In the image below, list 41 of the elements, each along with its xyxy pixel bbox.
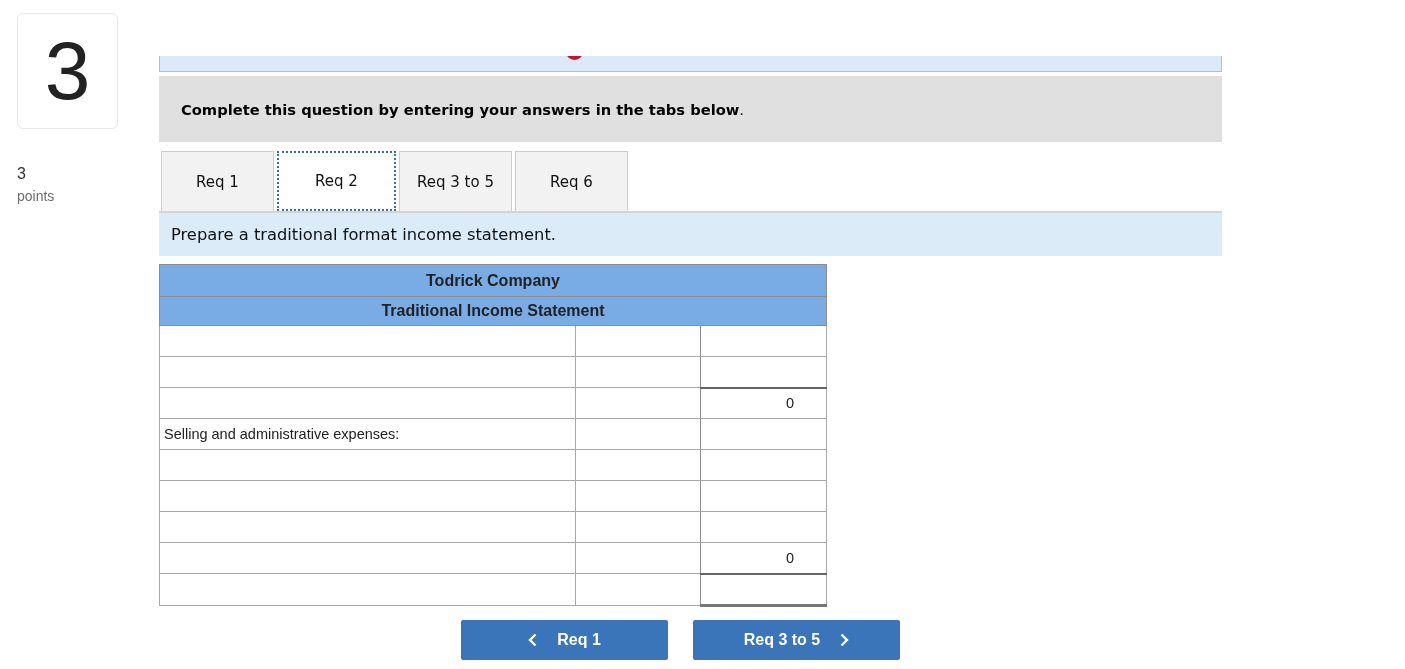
tab[interactable]: Req 1 bbox=[161, 151, 274, 211]
input-field[interactable] bbox=[700, 573, 827, 605]
input-field[interactable] bbox=[159, 480, 576, 512]
input-field[interactable] bbox=[159, 542, 576, 574]
question-number: 3 bbox=[17, 13, 118, 129]
chevron-right-icon bbox=[840, 632, 850, 647]
table-cell: Selling and administrative expenses: bbox=[159, 418, 576, 450]
input-field[interactable] bbox=[159, 387, 576, 419]
input-field[interactable] bbox=[700, 480, 827, 512]
input-field[interactable] bbox=[575, 387, 701, 419]
input-field[interactable] bbox=[700, 325, 827, 357]
input-field[interactable] bbox=[575, 325, 701, 357]
chevron-left-icon bbox=[528, 632, 538, 647]
input-field[interactable] bbox=[575, 449, 701, 481]
prompt-text: Prepare a traditional format income statement. bbox=[159, 213, 1222, 256]
points-label: points bbox=[17, 188, 55, 204]
tab[interactable]: Req 2 bbox=[277, 151, 396, 211]
instruction-text: Complete this question by entering your answers in the tabs below. bbox=[181, 100, 744, 118]
table-title: Todrick Company bbox=[159, 264, 827, 297]
input-field[interactable] bbox=[700, 511, 827, 543]
input-field[interactable] bbox=[575, 542, 701, 574]
tab[interactable]: Req 3 to 5 bbox=[399, 151, 512, 211]
input-field[interactable] bbox=[575, 511, 701, 543]
input-field[interactable] bbox=[159, 449, 576, 481]
input-field[interactable] bbox=[575, 418, 701, 450]
tab[interactable]: Req 6 bbox=[515, 151, 628, 211]
next-button[interactable]: Req 3 to 5 bbox=[693, 619, 900, 660]
input-field[interactable] bbox=[700, 449, 827, 481]
input-field[interactable] bbox=[159, 511, 576, 543]
input-field[interactable] bbox=[575, 573, 701, 605]
input-field[interactable] bbox=[159, 356, 576, 388]
input-field[interactable] bbox=[575, 480, 701, 512]
input-field[interactable] bbox=[700, 418, 827, 450]
input-field[interactable] bbox=[159, 573, 576, 605]
previous-button[interactable]: Req 1 bbox=[461, 619, 668, 660]
table-cell: 0 bbox=[700, 387, 827, 419]
error-icon bbox=[566, 56, 583, 60]
points-value: 3 bbox=[17, 165, 26, 183]
input-field[interactable] bbox=[159, 325, 576, 357]
input-field[interactable] bbox=[575, 356, 701, 388]
table-subtitle: Traditional Income Statement bbox=[159, 296, 827, 326]
